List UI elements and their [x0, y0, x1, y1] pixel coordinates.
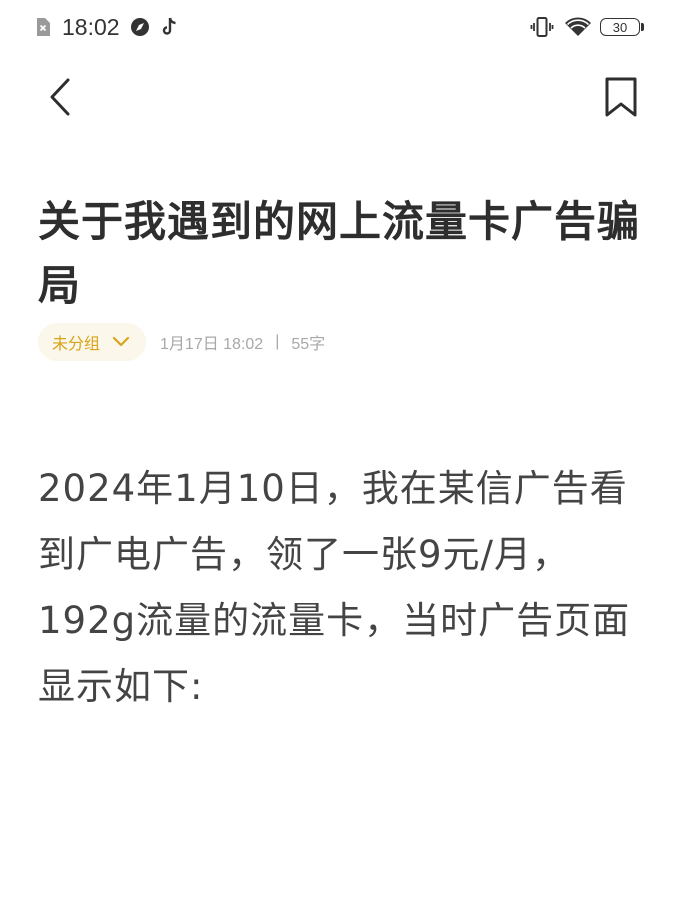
body-paragraph: 2024年1月10日，我在某信广告看到广电广告，领了一张9元/月，192g流量的… — [38, 467, 631, 708]
wifi-icon — [564, 15, 592, 39]
word-count: 55字 — [291, 336, 326, 353]
bookmark-button[interactable] — [596, 74, 646, 124]
article-title: 关于我遇到的网上流量卡广告骗局 — [38, 197, 641, 310]
meta-separator: | — [275, 333, 280, 350]
sim-off-icon — [34, 16, 52, 38]
battery-level: 30 — [600, 18, 640, 36]
status-right: 30 — [530, 12, 644, 42]
chevron-down-icon — [112, 333, 130, 351]
back-button[interactable] — [38, 74, 82, 124]
article-body[interactable]: 2024年1月10日，我在某信广告看到广电广告，领了一张9元/月，192g流量的… — [38, 456, 648, 720]
bookmark-icon — [604, 77, 638, 121]
compass-icon — [130, 17, 150, 37]
chevron-left-icon — [48, 78, 72, 120]
battery-tip — [641, 23, 644, 31]
group-label: 未分组 — [52, 334, 101, 353]
group-selector[interactable]: 未分组 — [38, 323, 147, 361]
article-date: 1月17日 18:02 — [160, 336, 264, 353]
article-meta: 未分组 1月17日 18:02 | 55字 — [38, 322, 325, 362]
battery-icon: 30 — [600, 17, 644, 37]
status-time: 18:02 — [62, 13, 120, 40]
tiktok-icon — [160, 17, 180, 37]
vibrate-icon — [530, 15, 554, 39]
status-bar: 18:02 30 — [0, 0, 680, 54]
status-left: 18:02 — [34, 12, 180, 42]
